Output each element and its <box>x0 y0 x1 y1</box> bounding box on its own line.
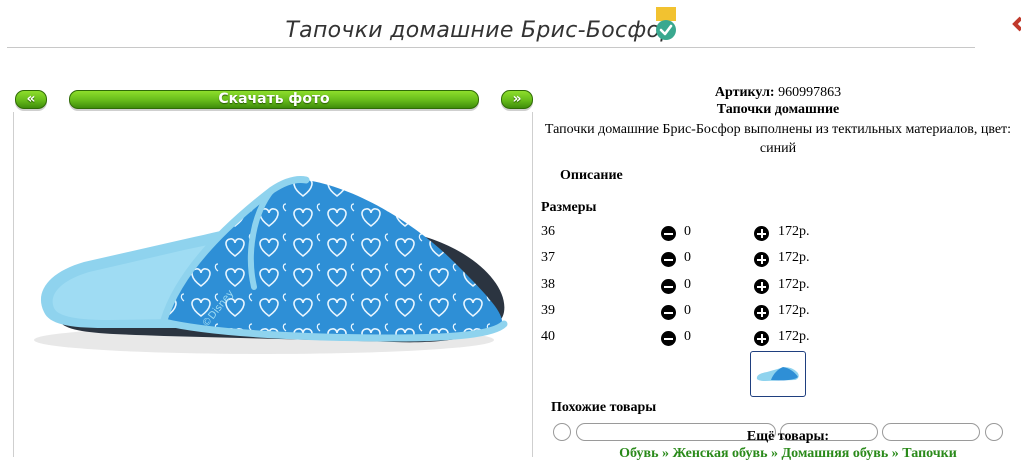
next-photo-button[interactable]: » <box>501 90 533 109</box>
decrease-quantity-button[interactable] <box>661 252 676 267</box>
product-photo-frame: ©Disney <box>13 112 533 457</box>
prev-photo-button[interactable]: « <box>15 90 47 109</box>
increase-quantity-button[interactable] <box>754 226 769 241</box>
size-price: 172р. <box>778 277 810 292</box>
sizes-heading: Размеры <box>541 200 597 215</box>
size-row: 38 0 172р. <box>541 277 841 297</box>
photo-thumbnail[interactable] <box>750 351 806 397</box>
breadcrumb-separator: » <box>658 446 673 461</box>
title-divider <box>7 47 975 48</box>
size-row: 36 0 172р. <box>541 224 841 244</box>
increase-quantity-button[interactable] <box>754 279 769 294</box>
quantity-value: 0 <box>684 329 691 344</box>
breadcrumb-separator: » <box>767 446 782 461</box>
more-products-heading: Ещё товары: <box>746 429 830 444</box>
quantity-value: 0 <box>684 224 691 239</box>
breadcrumb-link[interactable]: Домашняя обувь <box>782 446 889 461</box>
size-price: 172р. <box>778 303 810 318</box>
size-row: 37 0 172р. <box>541 250 841 270</box>
verified-badge-icon <box>656 7 676 40</box>
slipper-thumbnail-image <box>756 367 799 381</box>
size-price: 172р. <box>778 250 810 265</box>
article-line: Артикул: 960997863 <box>540 85 1016 101</box>
decrease-quantity-button[interactable] <box>661 331 676 346</box>
download-photo-button[interactable]: Скачать фото <box>69 90 479 109</box>
breadcrumb: Обувь » Женская обувь » Домашняя обувь »… <box>540 446 1021 462</box>
similar-products-heading: Похожие товары <box>551 400 657 415</box>
increase-quantity-button[interactable] <box>754 305 769 320</box>
increase-quantity-button[interactable] <box>754 331 769 346</box>
product-description: Тапочки домашние Брис-Босфор выполнены и… <box>544 122 1012 156</box>
quantity-value: 0 <box>684 277 691 292</box>
breadcrumb-separator: » <box>888 446 903 461</box>
size-row: 40 0 172р. <box>541 329 841 349</box>
decrease-quantity-button[interactable] <box>661 226 676 241</box>
size-label: 38 <box>541 277 555 292</box>
article-value: 960997863 <box>778 85 842 100</box>
increase-quantity-button[interactable] <box>754 252 769 267</box>
size-label: 37 <box>541 250 555 265</box>
product-photo[interactable]: ©Disney <box>14 112 532 457</box>
decrease-quantity-button[interactable] <box>661 305 676 320</box>
description-tab[interactable]: Описание <box>560 168 623 184</box>
close-icon[interactable] <box>1012 14 1021 34</box>
size-label: 40 <box>541 329 555 344</box>
breadcrumb-link[interactable]: Обувь <box>619 446 658 461</box>
page-title: Тапочки домашние Брис-Босфор <box>285 18 675 43</box>
decrease-quantity-button[interactable] <box>661 279 676 294</box>
article-label: Артикул: <box>714 85 775 100</box>
size-label: 39 <box>541 303 555 318</box>
quantity-value: 0 <box>684 303 691 318</box>
product-name: Тапочки домашние <box>716 102 840 117</box>
breadcrumb-link[interactable]: Женская обувь <box>673 446 768 461</box>
breadcrumb-link[interactable]: Тапочки <box>902 446 957 461</box>
quantity-value: 0 <box>684 250 691 265</box>
size-row: 39 0 172р. <box>541 303 841 323</box>
size-price: 172р. <box>778 329 810 344</box>
size-price: 172р. <box>778 224 810 239</box>
size-label: 36 <box>541 224 555 239</box>
